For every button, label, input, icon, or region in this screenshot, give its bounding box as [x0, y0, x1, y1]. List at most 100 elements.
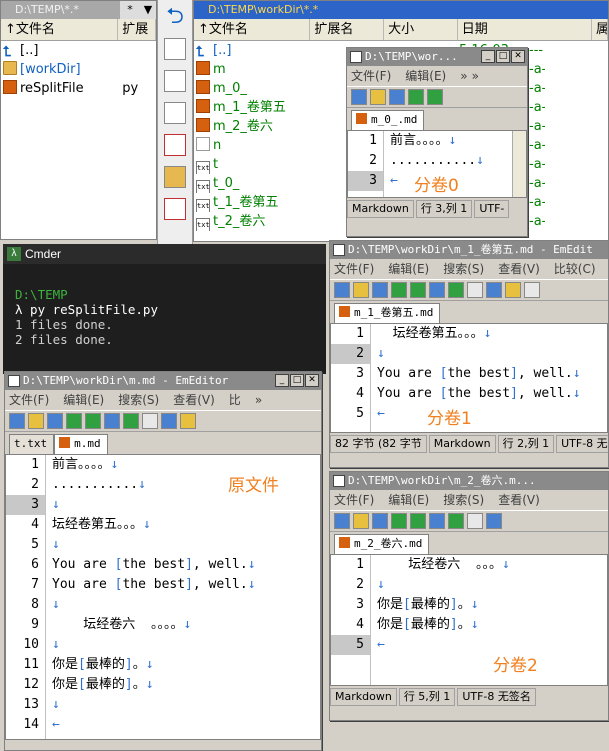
maximize-icon[interactable]: □ [290, 374, 304, 387]
find-next-icon[interactable] [353, 513, 369, 529]
find-icon[interactable] [9, 413, 25, 429]
editor-area[interactable]: 1 2 3 4 5 6 7 8 9 10 11 12 13 14 前言。。。。↓ ...........↓ ↓… [5, 454, 321, 740]
menu-search[interactable]: 搜索(S) [118, 390, 159, 410]
close-icon[interactable]: ✕ [511, 50, 525, 63]
find-next-icon[interactable] [353, 282, 369, 298]
col-size[interactable]: 大小 [384, 19, 458, 40]
marker-icon[interactable] [467, 282, 483, 298]
vertical-scrollbar[interactable] [512, 131, 526, 197]
word-wrap-icon[interactable] [408, 89, 424, 105]
view-file-icon[interactable] [164, 38, 186, 60]
move-file-icon[interactable] [164, 134, 186, 156]
file-row[interactable]: reSplitFile py [1, 79, 156, 98]
col-ext[interactable]: 扩展 [118, 19, 156, 40]
find-icon[interactable] [334, 513, 350, 529]
sync-icon[interactable] [410, 282, 426, 298]
status-field[interactable]: UTF-8 无 [556, 435, 608, 453]
status-field[interactable]: Markdown [347, 200, 414, 218]
sync-icon[interactable] [410, 513, 426, 529]
minimize-icon[interactable]: _ [275, 374, 289, 387]
back-arrow-icon[interactable]: ⮌ [164, 6, 186, 28]
menu-compare[interactable]: 比 [229, 390, 241, 410]
cmder-title-bar[interactable]: λ Cmder [3, 244, 326, 264]
tab-m2-md[interactable]: m_2_卷六.md [334, 534, 430, 554]
split-icon[interactable] [104, 413, 120, 429]
find-next-icon[interactable] [370, 89, 386, 105]
editor-area[interactable]: 12345 坛经卷第五。。。↓ ↓ You are [the best], well… [330, 323, 608, 433]
editor-area[interactable]: 123 前言。。。。↓ ...........↓ ← 分卷0 [347, 130, 527, 198]
tab-m0-md[interactable]: m_0_.md [351, 110, 425, 130]
delete-file-icon[interactable] [164, 198, 186, 220]
status-field[interactable]: 行 2,列 1 [497, 435, 555, 453]
code-area[interactable]: 前言。。。。↓ ...........↓ ↓ 坛经卷第五。。。↓ ↓ You are [t… [46, 455, 320, 739]
split-icon[interactable] [429, 513, 445, 529]
menu-view[interactable]: 查看(V) [498, 259, 540, 279]
right-path-bar[interactable]: D:\TEMP\workDir\*.* [194, 1, 608, 19]
col-name[interactable]: ↑文件名 [1, 19, 119, 40]
find-next-icon[interactable] [28, 413, 44, 429]
word-wrap-icon[interactable] [391, 513, 407, 529]
status-field[interactable]: 行 3,列 1 [415, 200, 473, 218]
status-field[interactable]: UTF-8 无签名 [457, 688, 536, 706]
menu-more[interactable]: » [255, 390, 262, 410]
window-title-bar[interactable]: D:\TEMP\workDir\m_2_卷六.m... [330, 472, 608, 490]
menu-file[interactable]: 文件(F) [9, 390, 49, 410]
browser-icon[interactable] [161, 413, 177, 429]
dropdown-icon[interactable]: ▼ [140, 1, 156, 19]
marker-icon[interactable] [142, 413, 158, 429]
menu-view[interactable]: 查看(V) [173, 390, 215, 410]
macro-icon[interactable] [448, 513, 464, 529]
menu-search[interactable]: 搜索(S) [443, 259, 484, 279]
code-area[interactable]: 坛经卷六 。。。↓ ↓ 你是[最棒的]。↓ 你是[最棒的]。↓ ← [371, 555, 607, 685]
tab-t-txt[interactable]: t.txt [9, 434, 55, 454]
menu-file[interactable]: 文件(F) [334, 490, 374, 510]
code-area[interactable]: 坛经卷第五。。。↓ ↓ You are [the best], well.↓ You … [371, 324, 607, 432]
menu-more[interactable]: » [472, 66, 479, 86]
menu-file[interactable]: 文件(F) [334, 259, 374, 279]
new-folder-icon[interactable] [164, 166, 186, 188]
col-attr[interactable]: 属 [592, 19, 608, 40]
copy-file-icon[interactable] [164, 102, 186, 124]
close-icon[interactable]: ✕ [305, 374, 319, 387]
word-wrap-icon[interactable] [66, 413, 82, 429]
menu-edit[interactable]: 编辑(E) [63, 390, 104, 410]
filter-icon[interactable] [389, 89, 405, 105]
menu-edit[interactable]: 编辑(E) [405, 66, 446, 86]
browser-icon[interactable] [486, 282, 502, 298]
settings-icon[interactable] [524, 282, 540, 298]
filter-icon[interactable] [372, 282, 388, 298]
left-path-bar[interactable]: D:\TEMP\*.* * ▼ [1, 1, 156, 19]
word-wrap-icon[interactable] [391, 282, 407, 298]
sync-icon[interactable] [85, 413, 101, 429]
status-field[interactable]: 82 字节 (82 字节 [330, 435, 427, 453]
tab-m-md[interactable]: m.md [54, 434, 108, 454]
marker-icon[interactable] [467, 513, 483, 529]
menu-edit[interactable]: 编辑(E) [388, 259, 429, 279]
status-field[interactable]: Markdown [428, 435, 496, 453]
window-title-bar[interactable]: D:\TEMP\wor... _ □ ✕ [347, 48, 527, 66]
sync-icon[interactable] [427, 89, 443, 105]
menu-edit[interactable]: 编辑(E) [388, 490, 429, 510]
status-field[interactable]: Markdown [330, 688, 397, 706]
tab-m1-md[interactable]: m_1_卷第五.md [334, 303, 441, 323]
col-name[interactable]: ↑文件名 [194, 19, 311, 40]
file-row[interactable]: ⮤ [..] [1, 41, 156, 60]
find-icon[interactable] [334, 282, 350, 298]
menu-more[interactable]: » [460, 66, 467, 86]
file-row[interactable]: [workDir] [1, 60, 156, 79]
split-icon[interactable] [429, 282, 445, 298]
filter-icon[interactable] [372, 513, 388, 529]
menu-view[interactable]: 查看(V) [498, 490, 540, 510]
menu-compare[interactable]: 比较(C) [554, 259, 596, 279]
highlight-icon[interactable] [180, 413, 196, 429]
window-title-bar[interactable]: D:\TEMP\workDir\m_1_卷第五.md - EmEdit [330, 241, 608, 259]
edit-file-icon[interactable] [164, 70, 186, 92]
filter-icon[interactable] [47, 413, 63, 429]
macro-icon[interactable] [448, 282, 464, 298]
window-title-bar[interactable]: D:\TEMP\workDir\m.md - EmEditor _ □ ✕ [5, 372, 321, 390]
status-field[interactable]: UTF- [474, 200, 510, 218]
editor-area[interactable]: 12345 坛经卷六 。。。↓ ↓ 你是[最棒的]。↓ 你是[最棒的]。↓ ← 分卷2 [330, 554, 608, 686]
left-filter[interactable]: * [120, 1, 140, 19]
status-field[interactable]: 行 5,列 1 [398, 688, 456, 706]
col-date[interactable]: 日期 [458, 19, 593, 40]
